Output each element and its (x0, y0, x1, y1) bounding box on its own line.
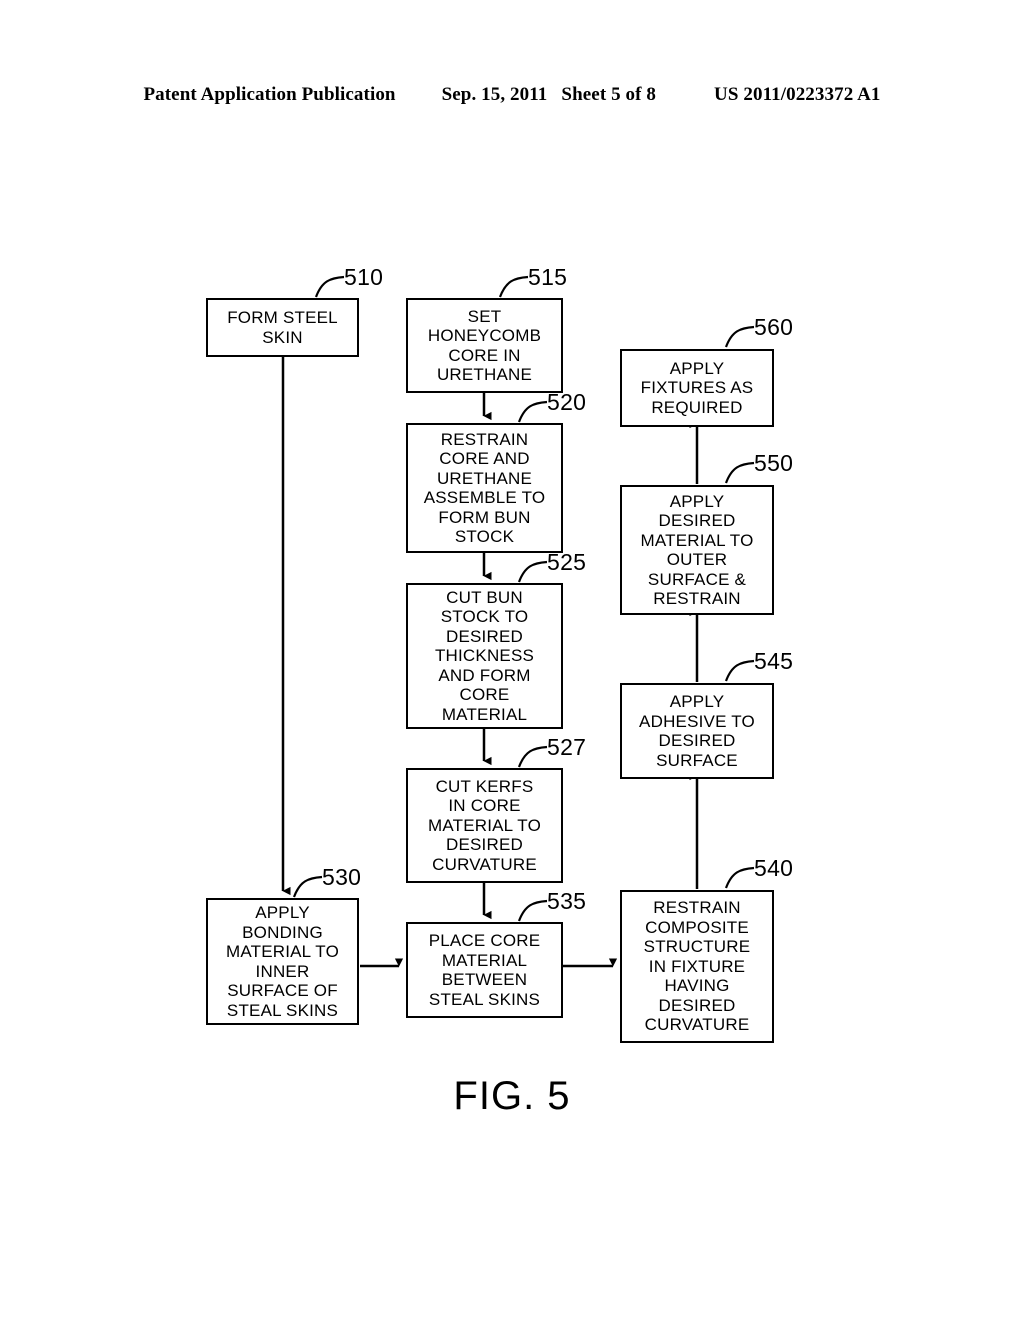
leader-510 (314, 275, 345, 298)
leader-550 (724, 461, 755, 484)
reference-numeral-527: 527 (547, 734, 587, 760)
figure-5-flowchart: FORM STEEL SKIN SET HONEYCOMB CORE IN UR… (0, 0, 1024, 1320)
process-box-525[interactable]: CUT BUN STOCK TO DESIRED THICKNESS AND F… (406, 583, 563, 729)
process-box-535[interactable]: PLACE CORE MATERIAL BETWEEN STEAL SKINS (406, 922, 563, 1018)
process-box-545-label: APPLY ADHESIVE TO DESIRED SURFACE (639, 692, 755, 770)
process-box-527[interactable]: CUT KERFS IN CORE MATERIAL TO DESIRED CU… (406, 768, 563, 883)
process-box-560-label: APPLY FIXTURES AS REQUIRED (640, 358, 754, 417)
reference-numeral-510: 510 (344, 264, 384, 290)
leader-560 (724, 325, 755, 348)
reference-numeral-550: 550 (754, 450, 794, 476)
leader-545 (724, 659, 755, 682)
process-box-545[interactable]: APPLY ADHESIVE TO DESIRED SURFACE (620, 683, 774, 779)
reference-numeral-525: 525 (547, 549, 587, 575)
leader-520 (517, 400, 548, 423)
reference-numeral-545: 545 (754, 648, 794, 674)
process-box-527-label: CUT KERFS IN CORE MATERIAL TO DESIRED CU… (427, 776, 542, 874)
process-box-515-label: SET HONEYCOMB CORE IN URETHANE (427, 306, 542, 385)
leader-535 (517, 899, 548, 922)
figure-caption: FIG. 5 (453, 1074, 571, 1118)
reference-numeral-515: 515 (528, 264, 568, 290)
process-box-530-label: APPLY BONDING MATERIAL TO INNER SURFACE … (225, 903, 340, 1020)
process-box-520-label: RESTRAIN CORE AND URETHANE ASSEMBLE TO F… (423, 429, 546, 547)
leader-527 (517, 745, 548, 768)
reference-numeral-530: 530 (322, 864, 362, 890)
reference-numeral-540: 540 (754, 855, 794, 881)
leader-515 (498, 275, 529, 298)
process-box-515[interactable]: SET HONEYCOMB CORE IN URETHANE (406, 298, 563, 393)
process-box-525-label: CUT BUN STOCK TO DESIRED THICKNESS AND F… (434, 587, 535, 724)
process-box-510[interactable]: FORM STEEL SKIN (206, 298, 359, 357)
process-box-530[interactable]: APPLY BONDING MATERIAL TO INNER SURFACE … (206, 898, 359, 1025)
process-box-560[interactable]: APPLY FIXTURES AS REQUIRED (620, 349, 774, 427)
process-box-540[interactable]: RESTRAIN COMPOSITE STRUCTURE IN FIXTURE … (620, 890, 774, 1043)
process-box-550[interactable]: APPLY DESIRED MATERIAL TO OUTER SURFACE … (620, 485, 774, 615)
process-box-510-label: FORM STEEL SKIN (227, 308, 338, 347)
leader-525 (517, 560, 548, 583)
process-box-540-label: RESTRAIN COMPOSITE STRUCTURE IN FIXTURE … (643, 898, 751, 1035)
process-box-550-label: APPLY DESIRED MATERIAL TO OUTER SURFACE … (640, 491, 754, 609)
process-box-535-label: PLACE CORE MATERIAL BETWEEN STEAL SKINS (428, 931, 541, 1009)
reference-numeral-560: 560 (754, 314, 794, 340)
leader-540 (724, 866, 755, 889)
leader-530 (292, 875, 323, 898)
reference-numeral-520: 520 (547, 389, 587, 415)
reference-numeral-535: 535 (547, 888, 587, 914)
process-box-520[interactable]: RESTRAIN CORE AND URETHANE ASSEMBLE TO F… (406, 423, 563, 553)
